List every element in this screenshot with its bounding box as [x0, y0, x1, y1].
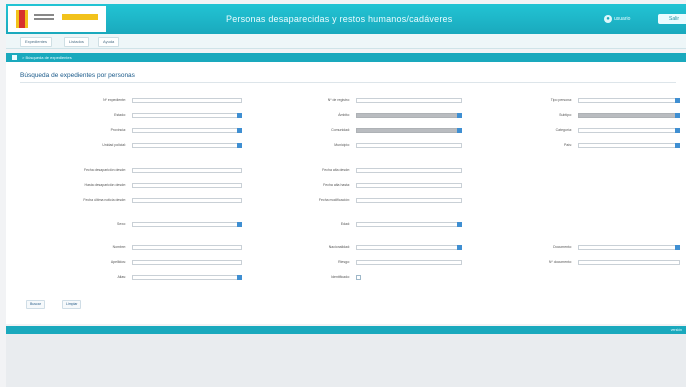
riesgo-input[interactable] — [356, 260, 462, 265]
sexo-select[interactable] — [132, 222, 242, 227]
label-comunidad: Comunidad: — [331, 128, 350, 132]
label-sexo: Sexo: — [117, 222, 126, 226]
label-fecha-desde: Fecha desaparición desde: — [83, 168, 126, 172]
home-icon[interactable] — [12, 55, 17, 60]
unidad-select[interactable] — [132, 143, 242, 148]
label-tipo: Nº de registro: — [327, 98, 350, 102]
label-riesgo: Riesgo: — [338, 260, 350, 264]
main-content: Búsqueda de expedientes por personas Nº … — [6, 62, 686, 324]
edad-select[interactable] — [356, 222, 462, 227]
menu-item-listados[interactable]: Listados — [64, 37, 89, 47]
label-municipio: Municipio: — [334, 143, 350, 147]
tipo-persona-select[interactable] — [578, 98, 680, 103]
footer-text: versión — [670, 328, 682, 332]
label-fecha-ult: Fecha última noticia desde: — [83, 198, 126, 202]
app-header: Personas desaparecidas y restos humanos/… — [6, 4, 686, 34]
categoria-select[interactable] — [578, 128, 680, 133]
label-documento: Documento: — [553, 245, 572, 249]
label-provincia: Provincia: — [110, 128, 126, 132]
footer-bar: versión — [6, 326, 686, 334]
municipio-input[interactable] — [356, 143, 462, 148]
government-text-block — [34, 14, 54, 20]
label-ambito: Ámbito: — [338, 113, 350, 117]
logout-button[interactable]: Salir — [658, 14, 686, 24]
page-bottom-area — [6, 334, 686, 387]
fecha-ult-input[interactable] — [132, 198, 242, 203]
fecha-mod-input[interactable] — [356, 198, 462, 203]
search-button[interactable]: Buscar — [26, 300, 45, 309]
label-tipo-persona: Tipo persona: — [550, 98, 572, 102]
fecha-alta-hasta-input[interactable] — [356, 183, 462, 188]
identificado-checkbox[interactable] — [356, 275, 361, 280]
ambito-select[interactable] — [356, 113, 462, 118]
label-estado: Estado: — [114, 113, 126, 117]
label-unidad: Unidad policial: — [102, 143, 126, 147]
estado-select[interactable] — [132, 113, 242, 118]
fecha-hasta-input[interactable] — [132, 183, 242, 188]
label-identificado: Identificado: — [331, 275, 350, 279]
breadcrumb: > Búsqueda de expedientes — [6, 53, 686, 62]
label-alias: Alias: — [117, 275, 126, 279]
label-fecha-mod: Fecha modificación: — [318, 198, 350, 202]
label-fecha-hasta: Hasta desaparición desde: — [84, 183, 126, 187]
label-apellidos: Apellidos: — [110, 260, 126, 264]
nombre-input[interactable] — [132, 245, 242, 250]
label-numero-expediente: Nº expediente: — [103, 98, 126, 102]
comunidad-select[interactable] — [356, 128, 462, 133]
numero-expediente-input[interactable] — [132, 98, 242, 103]
menu-item-expedientes[interactable]: Expedientes — [20, 37, 53, 47]
pais-select[interactable] — [578, 143, 680, 148]
numero-doc-input[interactable] — [578, 260, 680, 265]
label-fecha-alta-desde: Fecha alta desde: — [322, 168, 350, 172]
documento-select[interactable] — [578, 245, 680, 250]
label-edad: Edad: — [340, 222, 350, 226]
nacionalidad-select[interactable] — [356, 245, 462, 250]
user-name[interactable]: usuario — [614, 16, 630, 22]
title-divider — [20, 82, 676, 83]
ministry-text-block — [62, 14, 98, 20]
coat-of-arms-icon — [16, 10, 28, 28]
label-subtipo: Subtipo: — [559, 113, 572, 117]
government-logo — [8, 6, 106, 32]
apellidos-input[interactable] — [132, 260, 242, 265]
breadcrumb-text[interactable]: > Búsqueda de expedientes — [22, 55, 72, 60]
app-title: Personas desaparecidas y restos humanos/… — [226, 14, 453, 24]
label-numero-doc: Nº documento: — [548, 260, 572, 264]
fecha-desde-input[interactable] — [132, 168, 242, 173]
page-title: Búsqueda de expedientes por personas — [20, 72, 135, 79]
subtipo-select[interactable] — [578, 113, 680, 118]
tipo-input[interactable] — [356, 98, 462, 103]
label-nombre: Nombre: — [112, 245, 126, 249]
user-icon[interactable]: ● — [604, 15, 612, 23]
label-categoria: Categoría: — [555, 128, 572, 132]
menu-item-ayuda[interactable]: Ayuda — [98, 37, 120, 47]
alias-select[interactable] — [132, 275, 242, 280]
label-pais: País: — [564, 143, 572, 147]
provincia-select[interactable] — [132, 128, 242, 133]
clear-button[interactable]: Limpiar — [62, 300, 82, 309]
label-fecha-alta-hasta: Fecha alta hasta: — [323, 183, 350, 187]
label-nacionalidad: Nacionalidad: — [328, 245, 350, 249]
menu-bar: Expedientes Listados Ayuda — [6, 34, 686, 49]
fecha-alta-desde-input[interactable] — [356, 168, 462, 173]
